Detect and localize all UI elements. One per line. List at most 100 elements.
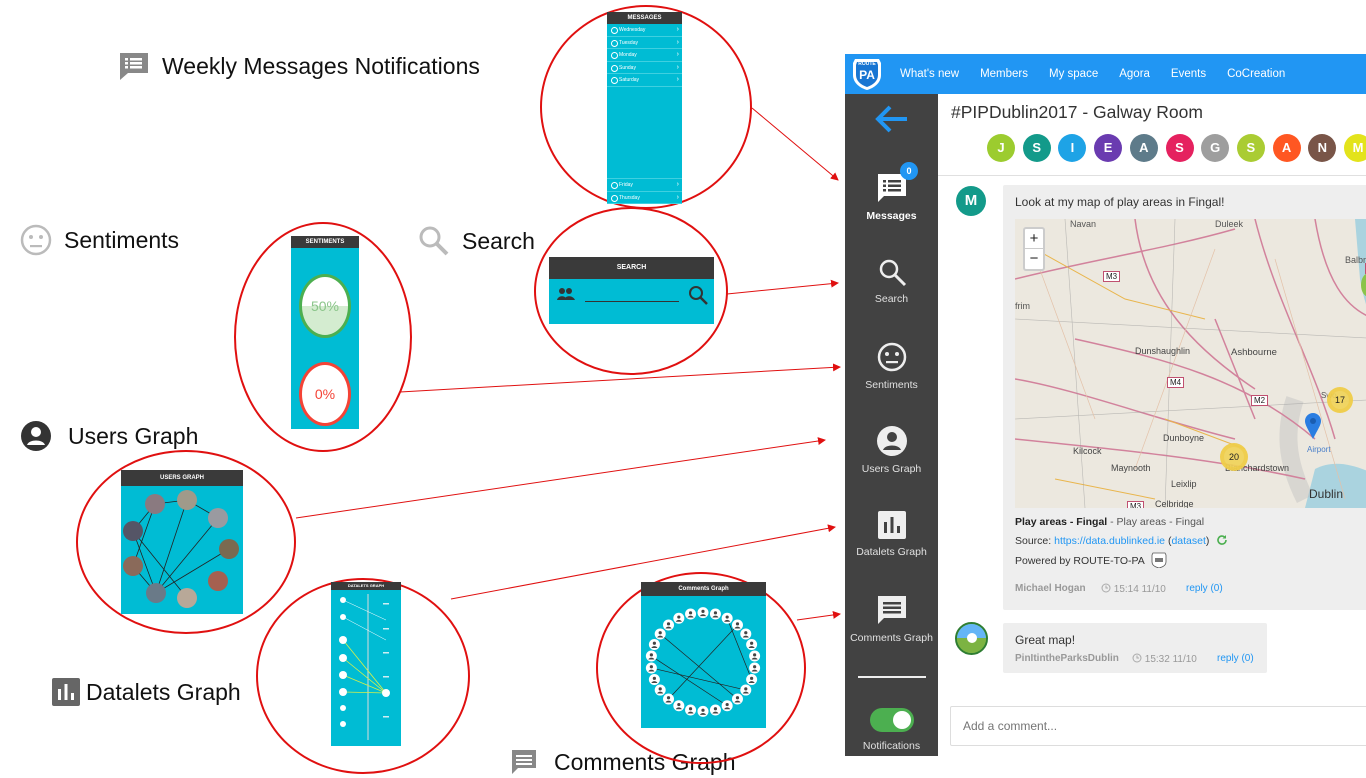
member-avatar[interactable]: I	[1058, 134, 1087, 162]
member-avatar[interactable]: J	[987, 134, 1015, 162]
reply-text: Great map!	[1015, 633, 1076, 647]
map-place-label: Duleek	[1215, 219, 1244, 229]
map-road-label: M3	[1103, 271, 1121, 282]
map-place-label: Dunshaughlin	[1135, 346, 1191, 356]
map-place-label: Maynooth	[1111, 463, 1151, 473]
messages-count-badge: 0	[900, 162, 918, 180]
sidebar-sentiments[interactable]: Sentiments	[845, 341, 938, 391]
map-zoom-controls: + −	[1023, 227, 1045, 271]
dataset-link[interactable]: dataset	[1171, 535, 1205, 547]
member-avatar[interactable]: A	[1272, 134, 1301, 162]
room-main: #PIPDublin2017 - Galway Room JSIEASGSANM…	[938, 94, 1366, 756]
sidebar-datalets-graph-label: Datalets Graph	[856, 546, 927, 558]
clock-icon	[1132, 653, 1142, 663]
map-place-label: Navan	[1070, 219, 1097, 229]
map-zoom-in-button[interactable]: +	[1025, 229, 1043, 249]
route-to-pa-app: ROUTE PA What's new Members My space Ago…	[845, 54, 1366, 756]
sidebar-users-graph[interactable]: Users Graph	[845, 425, 938, 475]
member-avatar[interactable]: A	[1129, 134, 1158, 162]
sidebar-datalets-graph[interactable]: Datalets Graph	[845, 510, 938, 558]
map-place-label: Leixlip	[1171, 479, 1197, 489]
post-author-name[interactable]: Michael Hogan	[1015, 583, 1086, 594]
route-to-pa-small-logo	[1151, 552, 1167, 569]
reply-reply-link[interactable]: reply (0)	[1217, 653, 1254, 664]
map-road-label: M2	[1251, 395, 1269, 406]
map-cluster-marker[interactable]: 20	[1220, 443, 1248, 471]
member-avatar[interactable]: S	[1236, 134, 1265, 162]
dataset-name: Play areas - Fingal	[1015, 516, 1108, 528]
source-label: Source:	[1015, 535, 1055, 547]
nav-events[interactable]: Events	[1171, 68, 1206, 80]
top-nav-bar: ROUTE PA What's new Members My space Ago…	[845, 54, 1366, 94]
dataset-source: Source: https://data.dublinked.ie (datas…	[1015, 534, 1228, 547]
account-circle-icon	[876, 426, 907, 456]
map-road-label: M3	[1127, 501, 1145, 508]
source-link[interactable]: https://data.dublinked.ie	[1054, 535, 1165, 547]
back-arrow-icon[interactable]	[875, 104, 909, 139]
post-text: Look at my map of play areas in Fingal!	[1015, 195, 1225, 209]
sidebar-messages[interactable]: Messages 0	[845, 162, 938, 222]
powered-by: Powered by ROUTE-TO-PA	[1015, 552, 1167, 569]
post-message: Look at my map of play areas in Fingal!	[1003, 185, 1366, 610]
map-cluster-marker[interactable]: 17	[1327, 387, 1353, 413]
map-place-label: frim	[1015, 301, 1030, 311]
nav-my-space[interactable]: My space	[1049, 68, 1098, 80]
post-time: 15:14 11/10	[1101, 583, 1166, 595]
map-place-label: Airport	[1307, 445, 1331, 454]
sidebar-divider	[858, 676, 926, 678]
dataset-description: - Play areas - Fingal	[1107, 516, 1205, 528]
map-place-label: Dunboyne	[1163, 433, 1205, 443]
map-place-label: Dublin	[1309, 487, 1344, 501]
clock-icon	[1101, 583, 1111, 593]
map-place-label: Ashbourne	[1231, 347, 1277, 358]
sidebar-comments-graph-label: Comments Graph	[850, 632, 933, 644]
nav-members[interactable]: Members	[980, 68, 1028, 80]
comment-input[interactable]	[950, 706, 1366, 746]
member-avatar[interactable]: S	[1165, 134, 1194, 162]
logo-bottom-text: PA	[859, 68, 875, 82]
map-road-label: M4	[1167, 377, 1185, 388]
sidebar-users-graph-label: Users Graph	[861, 463, 922, 475]
sidebar-sentiments-label: Sentiments	[865, 379, 918, 391]
comment-icon	[877, 596, 906, 624]
reply-author-avatar[interactable]	[955, 622, 988, 655]
post-author-avatar[interactable]: M	[956, 186, 986, 216]
nav-cocreation[interactable]: CoCreation	[1227, 68, 1285, 80]
map-place-label: Kilcock	[1073, 446, 1102, 456]
logo-top-text: ROUTE	[858, 61, 876, 67]
nav-agora[interactable]: Agora	[1119, 68, 1150, 80]
sidebar-notifications[interactable]: Notifications	[845, 708, 938, 752]
map-place-label: Balbriggan	[1345, 255, 1366, 265]
sidebar-comments-graph[interactable]: Comments Graph	[845, 594, 938, 644]
member-avatar[interactable]: S	[1022, 134, 1051, 162]
member-avatar[interactable]: M	[1344, 134, 1366, 162]
map-tiles	[1015, 219, 1366, 508]
reply-author-name[interactable]: PinItintheParksDublin	[1015, 653, 1119, 664]
sidebar-search[interactable]: Search	[845, 257, 938, 305]
room-title: #PIPDublin2017 - Galway Room	[951, 102, 1203, 122]
dataset-caption: Play areas - Fingal - Play areas - Finga…	[1015, 516, 1204, 528]
map-place-label: Celbridge	[1155, 499, 1194, 508]
search-icon	[879, 259, 906, 287]
post-reply-link[interactable]: reply (0)	[1186, 583, 1223, 594]
member-avatar[interactable]: N	[1308, 134, 1337, 162]
member-avatar[interactable]: G	[1201, 134, 1230, 162]
reply-timestamp: 15:32 11/10	[1144, 654, 1197, 665]
source-paren: )	[1205, 535, 1210, 547]
bar-chart-icon	[877, 511, 906, 539]
route-to-pa-logo[interactable]: ROUTE PA	[851, 57, 883, 91]
sidebar-search-label: Search	[874, 293, 909, 305]
embedded-map[interactable]: + − Navan Duleek Balbriggan Ashbourne Du…	[1015, 219, 1366, 508]
reply-time: 15:32 11/10	[1132, 653, 1197, 665]
sidebar-messages-label: Messages	[866, 210, 917, 222]
refresh-icon[interactable]	[1216, 534, 1228, 546]
notifications-toggle[interactable]	[869, 708, 914, 732]
post-timestamp: 15:14 11/10	[1113, 584, 1166, 595]
map-zoom-out-button[interactable]: −	[1025, 249, 1043, 269]
sidebar-notifications-label: Notifications	[862, 740, 921, 752]
map-pin-icon[interactable]	[1305, 413, 1321, 439]
member-avatar[interactable]: E	[1094, 134, 1123, 162]
header-divider	[938, 175, 1366, 176]
nav-whats-new[interactable]: What's new	[900, 68, 959, 80]
reply-message: Great map! PinItintheParksDublin 15:32 1…	[1003, 623, 1267, 673]
